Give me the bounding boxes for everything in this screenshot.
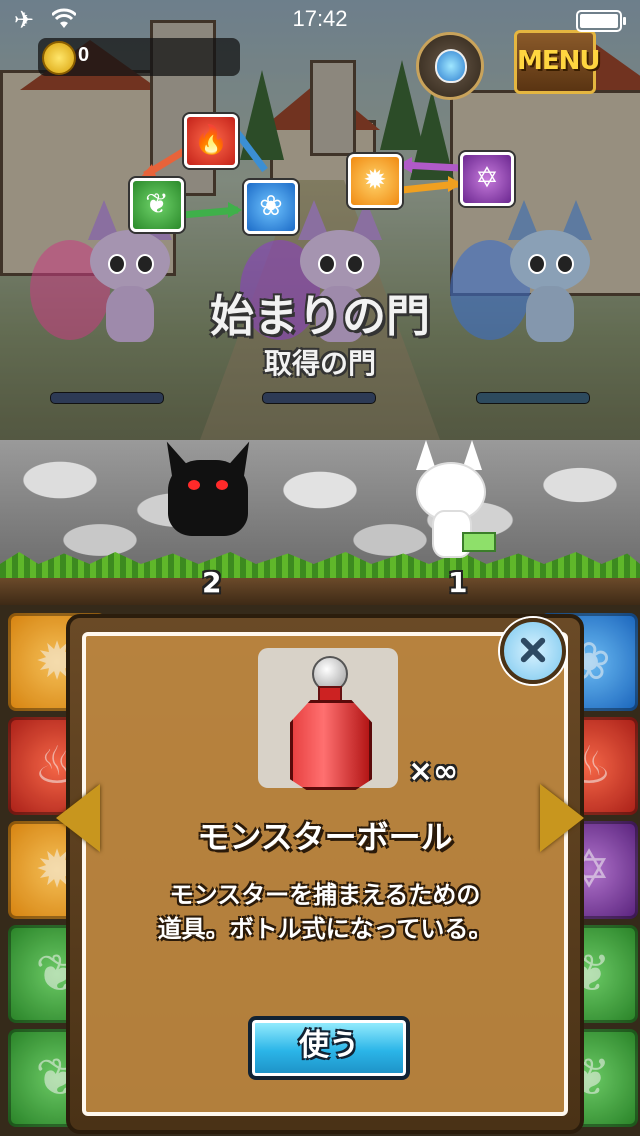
potion-icon [435, 49, 467, 83]
element-fire-icon: 🔥 [184, 114, 238, 168]
battle-field: 2 1 [0, 437, 640, 605]
item-name: モンスターボール [197, 818, 453, 856]
element-dark-icon: ✡ [460, 152, 514, 206]
element-water-icon: ❀ [244, 180, 298, 234]
monster-hp-bar [50, 392, 164, 404]
ally-turn-counter: 1 [448, 566, 468, 599]
coin-count: 0 [78, 44, 90, 66]
item-dialog: ×∞ モンスターボール モンスターを捕まえるための 道具。ボトル式になっている。… [66, 614, 584, 1134]
item-quantity: ×∞ [408, 754, 459, 789]
item-dialog-panel: ×∞ モンスターボール モンスターを捕まえるための 道具。ボトル式になっている。… [82, 632, 568, 1116]
item-image [258, 648, 398, 790]
battery-icon [576, 10, 626, 32]
ground [0, 578, 640, 605]
enemy-shadow-demon[interactable] [157, 437, 259, 540]
ally-white-monster[interactable] [410, 440, 496, 558]
stage-title: 始まりの門 [210, 291, 430, 342]
chevron-right-icon[interactable] [540, 784, 584, 852]
stage-subtitle: 取得の門 [263, 347, 376, 380]
use-button[interactable]: 使う [248, 1016, 410, 1080]
item-description-line: モンスターを捕まえるための [169, 881, 481, 909]
chevron-left-icon[interactable] [56, 784, 100, 852]
enemy-turn-counter: 2 [202, 566, 222, 599]
coin-icon [42, 41, 76, 75]
item-description-line: 道具。ボトル式になっている。 [157, 915, 493, 943]
coin-counter: 0 [38, 38, 240, 76]
monster-hp-bar [476, 392, 590, 404]
rock-wall [0, 440, 640, 570]
clock: 17:42 [292, 6, 348, 31]
close-icon[interactable] [500, 618, 566, 684]
status-bar: ✈ 17:42 [0, 0, 640, 40]
element-sun-icon: ✹ [348, 154, 402, 208]
monster-hp-bar [262, 392, 376, 404]
element-leaf-icon: ❦ [130, 178, 184, 232]
potion-button[interactable] [416, 32, 484, 100]
item-description: モンスターを捕まえるための 道具。ボトル式になっている。 [106, 878, 544, 946]
monster-bottle-icon [290, 700, 372, 790]
